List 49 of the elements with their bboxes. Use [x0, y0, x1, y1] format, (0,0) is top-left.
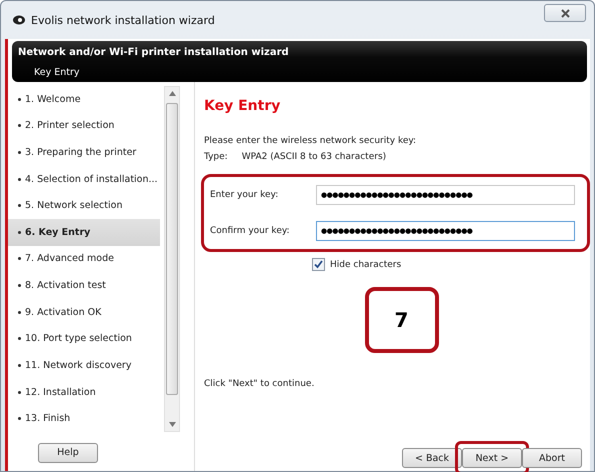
bullet-icon — [18, 98, 21, 101]
step-item[interactable]: 11. Network discovery — [25, 360, 132, 371]
bullet-icon — [18, 364, 21, 367]
bullet-icon — [18, 417, 21, 420]
step-item[interactable]: 6. Key Entry — [25, 226, 90, 238]
checkbox-label: Hide characters — [330, 260, 402, 270]
step-item[interactable]: 2. Printer selection — [25, 120, 114, 132]
close-button[interactable] — [544, 4, 586, 22]
step-item[interactable]: 8. Activation test — [25, 280, 106, 292]
instruction-text: Please enter the wireless network security key: — [204, 136, 418, 146]
bullet-icon — [18, 151, 21, 154]
bullet-icon — [18, 310, 21, 314]
scrollbar[interactable] — [164, 86, 180, 432]
type-value: WPA2 (ASCII 8 to 63 characters) — [242, 152, 386, 162]
page-title: Key Entry — [204, 98, 282, 114]
step-item[interactable]: 4. Selection of installation... — [25, 174, 158, 185]
wizard-title: Network and/or Wi-Fi printer installation wizard — [17, 46, 290, 60]
step-item[interactable]: 7. Advanced mode — [25, 253, 114, 264]
wizard-button[interactable]: < Back — [402, 448, 462, 468]
bullet-icon — [18, 204, 21, 208]
bullet-icon — [18, 124, 21, 128]
bullet-icon — [18, 284, 21, 288]
wizard-subtitle: Key Entry — [33, 66, 81, 80]
step-item[interactable]: 1. Welcome — [25, 94, 81, 105]
step-item[interactable]: 5. Network selection — [25, 200, 122, 212]
window-title: Evolis network installation wizard — [31, 14, 216, 26]
step-item[interactable]: 13. Finish — [25, 413, 70, 424]
bullet-icon — [18, 390, 21, 394]
type-label: Type: — [204, 152, 228, 162]
field-label: Enter your key: — [210, 190, 280, 200]
help-button[interactable]: Help — [38, 442, 98, 462]
step-item[interactable]: 3. Preparing the printer — [25, 147, 136, 158]
close-icon — [560, 8, 570, 18]
wizard-button[interactable]: Next > — [462, 448, 522, 468]
bullet-icon — [18, 337, 21, 340]
bullet-icon — [18, 230, 21, 234]
bullet-icon — [18, 257, 21, 260]
footer-text: Click "Next" to continue. — [204, 379, 316, 389]
wizard-button[interactable]: Abort — [522, 448, 582, 468]
bullet-icon — [18, 178, 21, 181]
step-item[interactable]: 12. Installation — [25, 386, 96, 398]
scroll-up-icon[interactable] — [168, 91, 176, 96]
scroll-down-icon[interactable] — [168, 422, 176, 427]
checkbox[interactable] — [312, 258, 325, 271]
field-label: Confirm your key: — [210, 226, 291, 236]
app-icon — [13, 15, 25, 25]
step-number-callout: 7 — [364, 287, 438, 353]
step-item[interactable]: 10. Port type selection — [25, 333, 132, 344]
step-item[interactable]: 9. Activation OK — [25, 306, 102, 318]
